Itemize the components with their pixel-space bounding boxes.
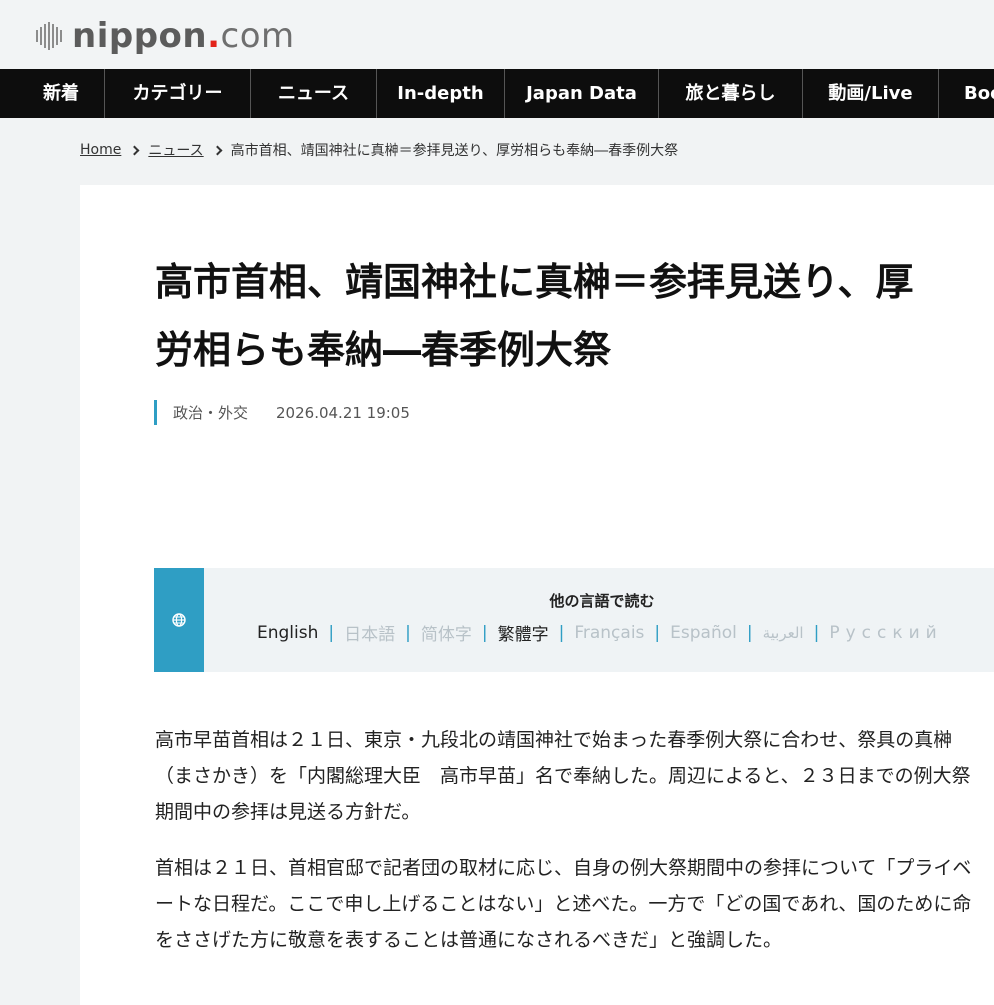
divider: | [328, 622, 335, 643]
divider: | [481, 622, 488, 643]
article-meta: 政治・外交 2026.04.21 19:05 [154, 400, 410, 425]
breadcrumb-home-link[interactable]: Home [80, 142, 121, 158]
article-paragraph: 首相は２１日、首相官邸で記者団の取材に応じ、自身の例大祭期間中の参拝について「プ… [155, 857, 972, 951]
lang-arabic-link[interactable]: العربية [763, 624, 804, 642]
lang-french-link[interactable]: Français [574, 623, 644, 643]
article-date: 2026.04.21 19:05 [276, 403, 410, 422]
main-nav: 新着 カテゴリー ニュース In-depth Japan Data 旅と暮らし … [0, 69, 994, 118]
chevron-right-icon [212, 145, 223, 155]
nav-item-books[interactable]: Boo [938, 69, 994, 118]
divider: | [558, 622, 565, 643]
divider: | [746, 622, 753, 643]
site-header: nippon.com [0, 0, 994, 69]
lang-japanese-link[interactable]: 日本語 [344, 620, 395, 645]
nav-item-travel-life[interactable]: 旅と暮らし [658, 69, 802, 118]
chevron-right-icon [129, 145, 140, 155]
globe-icon-block [154, 568, 204, 672]
lang-simplified-chinese-link[interactable]: 简体字 [421, 620, 472, 645]
lang-traditional-chinese-link[interactable]: 繁體字 [498, 620, 549, 645]
breadcrumb-current: 高市首相、靖国神社に真榊＝参拝見送り、厚労相らも奉納―春季例大祭 [230, 143, 679, 159]
article-title: 高市首相、靖国神社に真榊＝参拝見送り、厚労相らも奉納―春季例大祭 [155, 260, 914, 372]
logo-dot: . [207, 16, 221, 56]
other-languages-title: 他の言語で読む [549, 592, 655, 610]
divider: | [813, 622, 820, 643]
globe-icon [172, 613, 186, 627]
article-category[interactable]: 政治・外交 [173, 402, 248, 423]
nav-item-news[interactable]: ニュース [250, 69, 376, 118]
logo-bars-icon [36, 22, 62, 50]
logo-text: nippon.com [72, 16, 295, 56]
nav-item-video-live[interactable]: 動画/Live [802, 69, 938, 118]
divider: | [654, 622, 661, 643]
lang-russian-link[interactable]: Русский [829, 623, 942, 643]
divider: | [405, 622, 411, 643]
lang-spanish-link[interactable]: Español [670, 623, 737, 643]
logo-main-text: nippon [72, 16, 208, 56]
breadcrumb: Home ニュース 高市首相、靖国神社に真榊＝参拝見送り、厚労相らも奉納―春季例… [80, 140, 678, 160]
other-languages-box: 他の言語で読む English | 日本語 | 简体字 | 繁體字 | Fran… [154, 568, 994, 672]
lang-english-link[interactable]: English [257, 623, 318, 643]
language-list: English | 日本語 | 简体字 | 繁體字 | Français | E… [257, 620, 994, 646]
article-paragraph: 高市早苗首相は２１日、東京・九段北の靖国神社で始まった春季例大祭に合わせ、祭具の… [155, 729, 971, 823]
nav-item-in-depth[interactable]: In-depth [376, 69, 504, 118]
logo-com-text: com [220, 16, 295, 56]
nav-item-new[interactable]: 新着 [18, 69, 104, 118]
site-logo[interactable]: nippon.com [36, 16, 295, 56]
nav-item-category[interactable]: カテゴリー [104, 69, 250, 118]
breadcrumb-news-link[interactable]: ニュース [148, 140, 203, 160]
nav-item-japan-data[interactable]: Japan Data [504, 69, 658, 118]
